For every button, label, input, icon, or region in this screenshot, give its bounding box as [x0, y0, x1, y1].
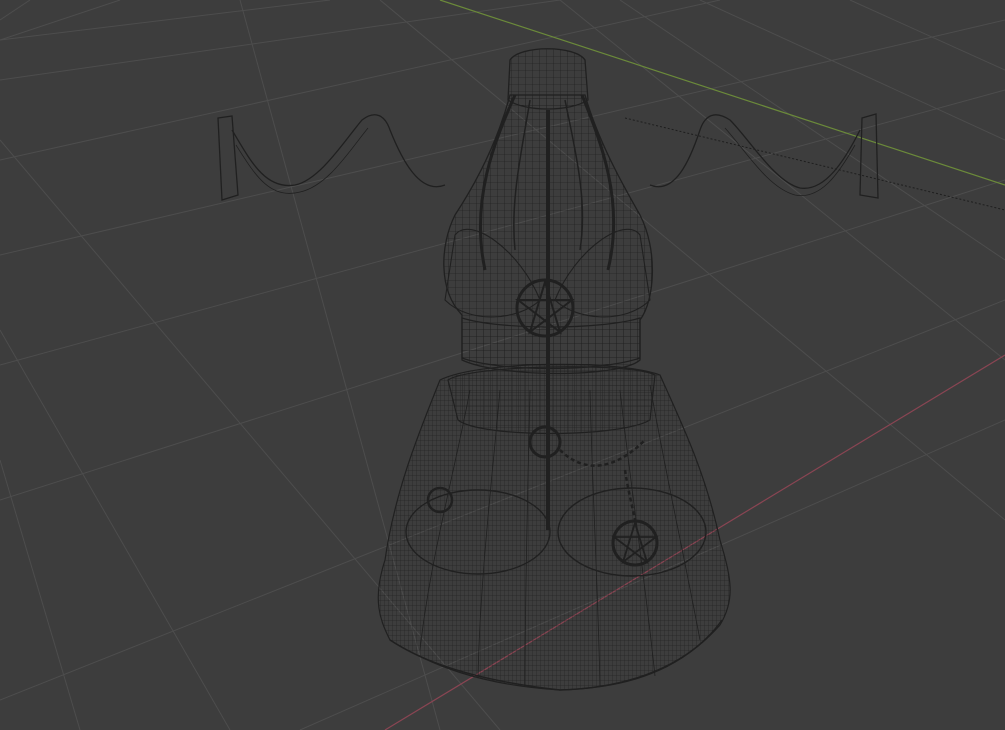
dress-mesh[interactable] [217, 48, 879, 691]
grid-line [0, 0, 31, 21]
viewport-canvas[interactable] [0, 0, 1005, 730]
grid-line [0, 0, 331, 41]
grid-line [0, 329, 231, 730]
grid-line [699, 0, 1005, 141]
grid-line [0, 459, 81, 730]
grid-line [619, 0, 1005, 261]
waist-band [447, 366, 656, 435]
grid-line [849, 0, 1005, 71]
neck-collar [507, 48, 589, 110]
grid-line [0, 0, 121, 41]
grid-line [0, 0, 721, 161]
3d-viewport[interactable] [0, 0, 1005, 730]
ribbon-left[interactable] [217, 114, 446, 201]
